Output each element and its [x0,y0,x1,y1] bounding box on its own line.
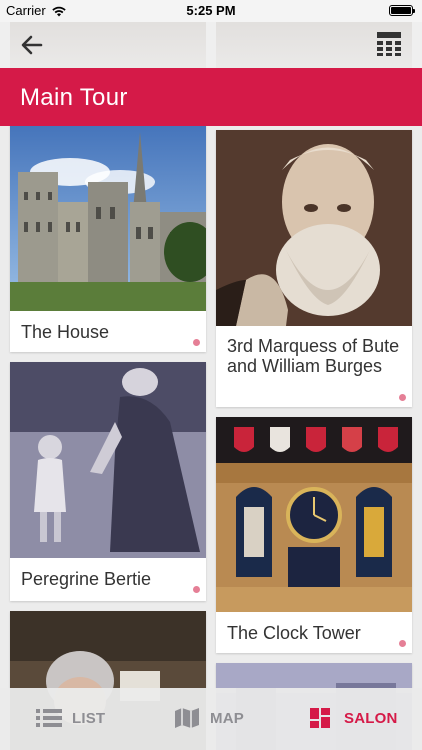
calculator-grid-icon[interactable] [376,31,402,57]
tab-salon[interactable]: SALON [308,706,398,730]
tour-header: Main Tour [0,68,422,126]
portrait-photo [216,130,412,326]
back-arrow-icon[interactable] [18,31,46,59]
castle-photo [10,112,206,311]
salon-grid-icon [310,708,330,728]
status-bar: Carrier 5:25 PM [0,0,422,22]
clock-tower-photo [216,417,412,612]
list-icon [36,709,62,727]
tab-label: MAP [210,709,244,727]
card-title: Peregrine Bertie [21,569,152,589]
bottom-tab-bar: LIST MAP SALON [0,688,422,750]
tab-list[interactable]: LIST [36,706,105,730]
status-dot [193,586,200,593]
tab-label: LIST [72,709,106,727]
tab-label: SALON [344,709,398,727]
status-dot [193,339,200,346]
card-title: 3rd Marquess of Bute and William Burges [227,336,400,376]
tour-card-peregrine-bertie[interactable]: Peregrine Bertie [10,362,206,601]
status-time: 5:25 PM [186,3,236,18]
page-title: Main Tour [20,84,128,111]
tour-card-clock-tower[interactable]: The Clock Tower [216,417,412,653]
card-title: The Clock Tower [227,623,361,643]
status-dot [399,640,406,647]
navigation-bar [0,22,422,68]
status-dot [399,394,406,401]
card-title: The House [21,322,110,342]
tour-card-the-house[interactable]: The House [10,112,206,352]
tab-map[interactable]: MAP [174,706,244,730]
battery-icon [389,5,415,16]
tour-card-marquess[interactable]: 3rd Marquess of Bute and William Burges [216,130,412,407]
map-icon [175,708,199,728]
vintage-photo [10,362,206,558]
